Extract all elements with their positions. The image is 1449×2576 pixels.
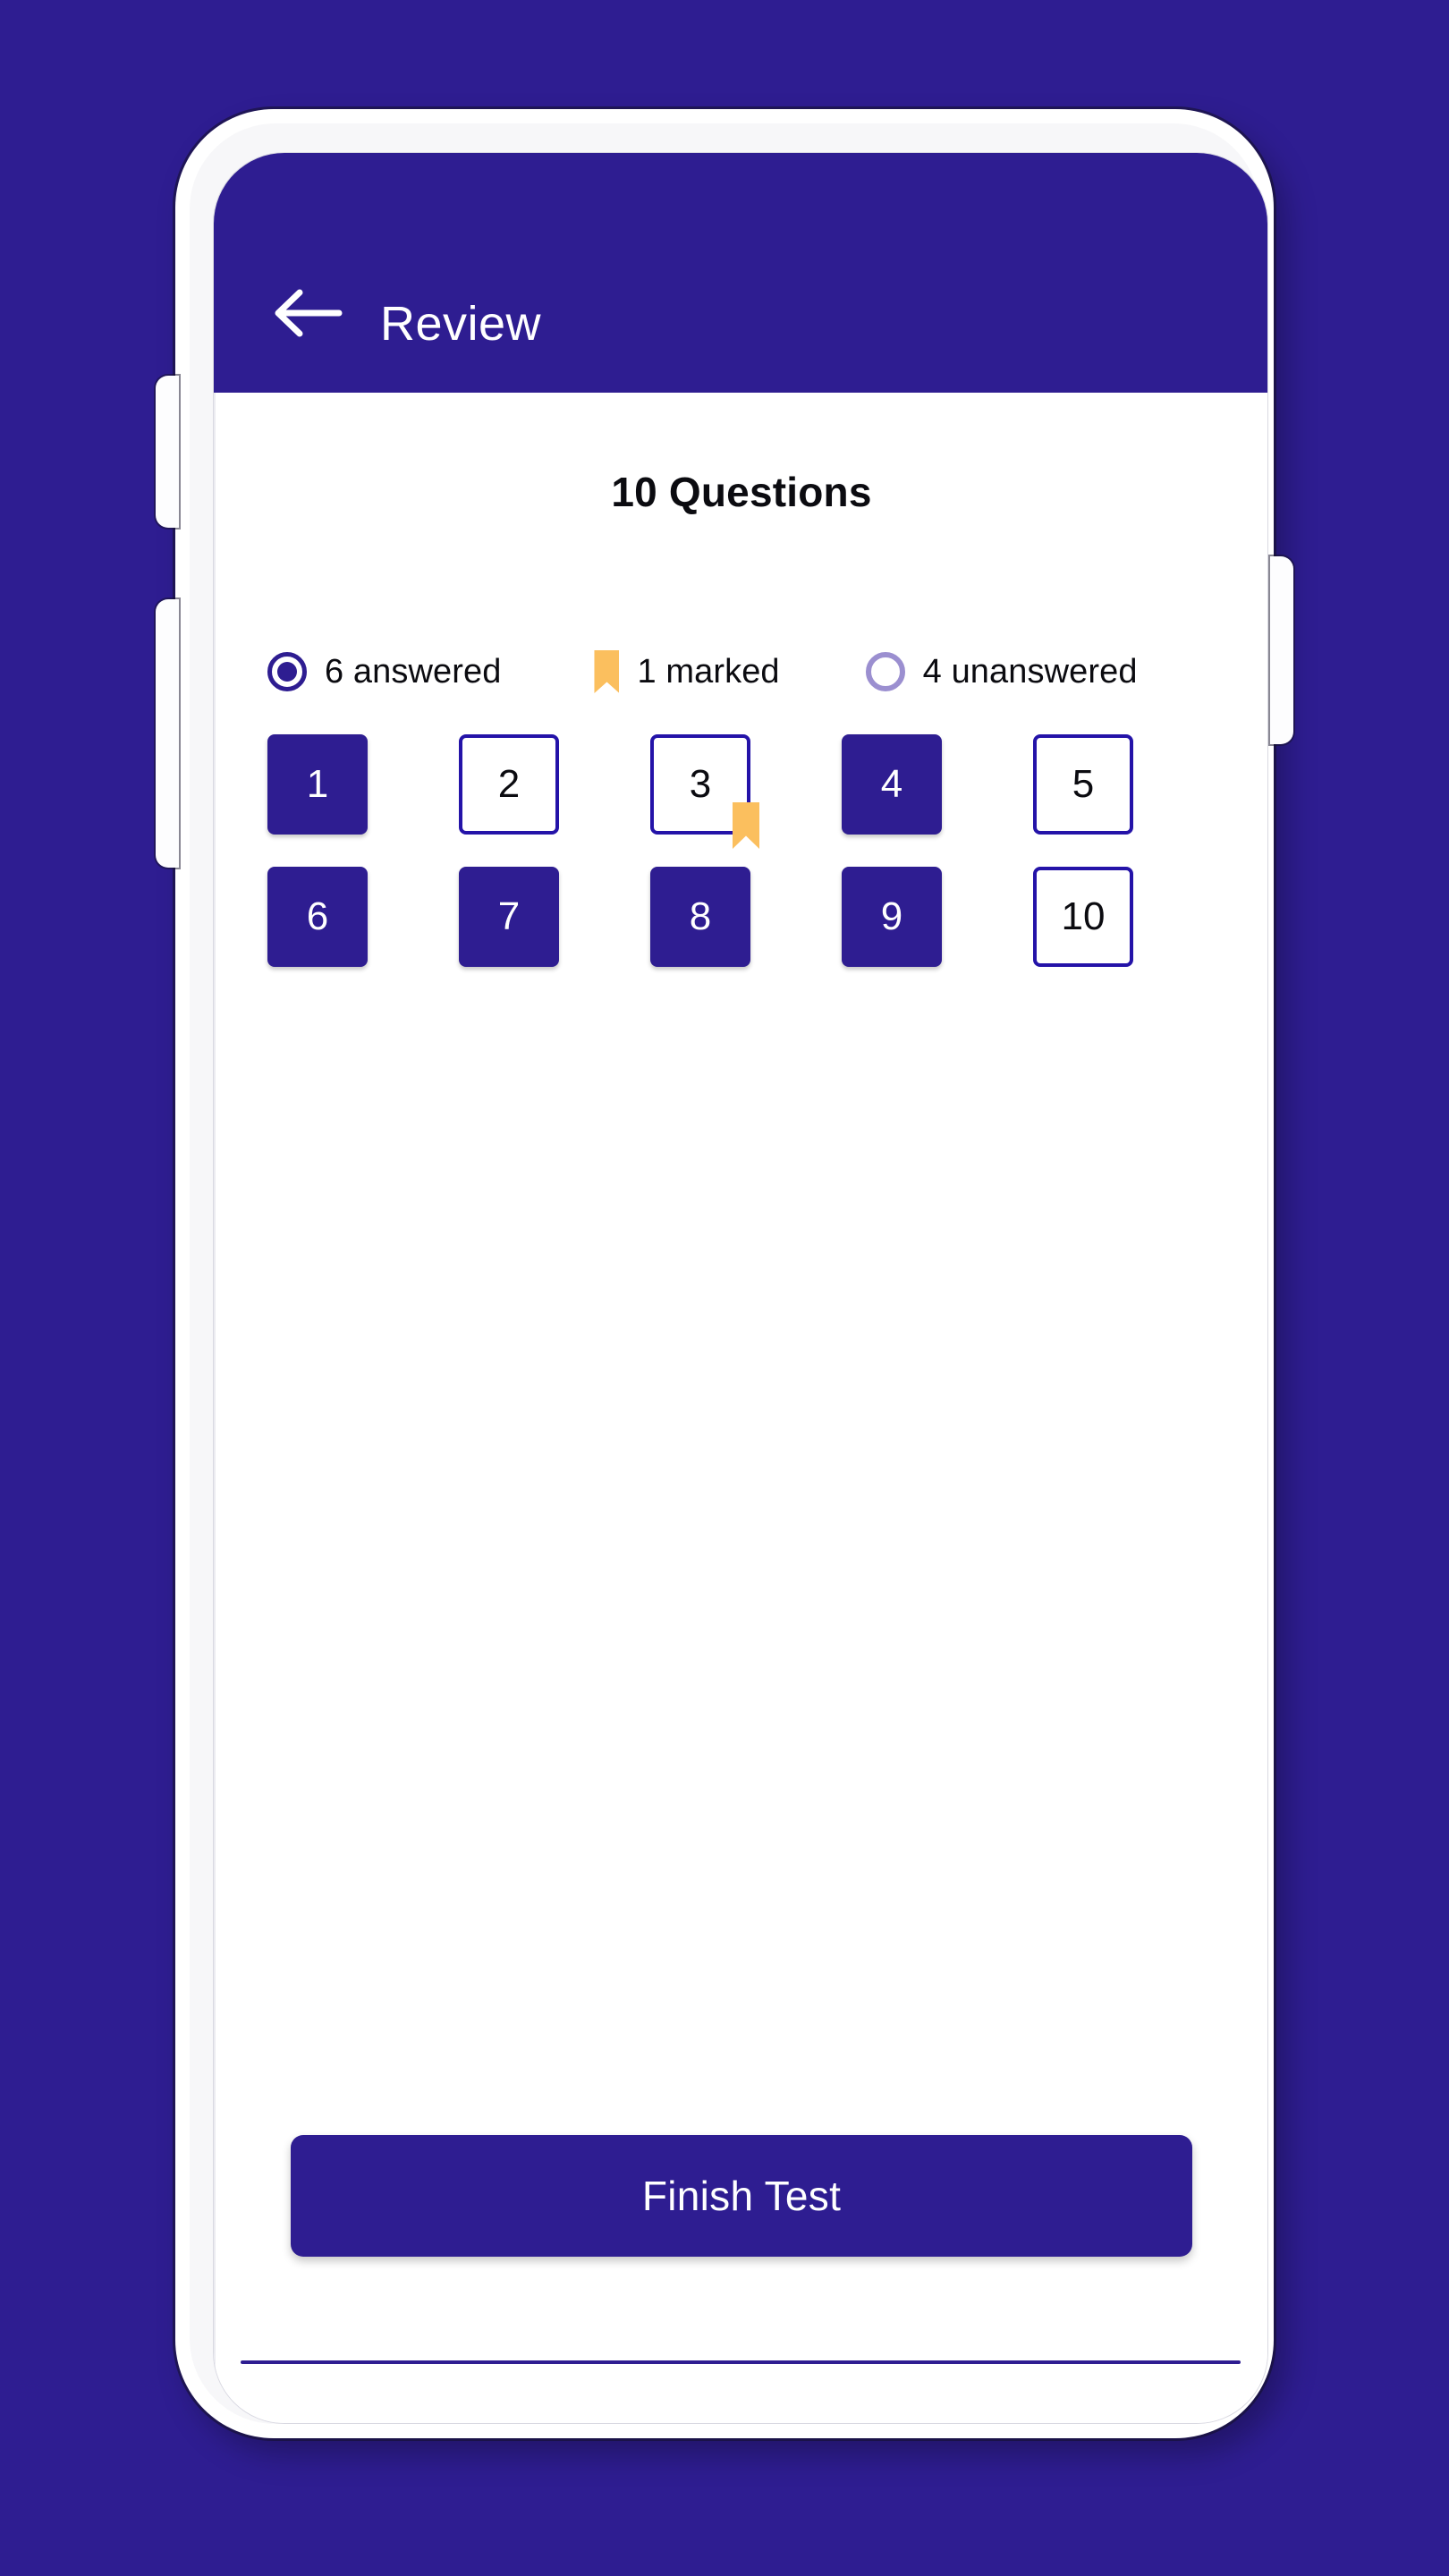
page-background: Review 10 Questions 6 answered 1 marked [0,0,1449,2576]
question-tile-7[interactable]: 7 [459,867,559,967]
page-title: Review [380,297,542,351]
question-tile-label: 8 [689,894,712,938]
review-content: 10 Questions 6 answered 1 marked 4 unans… [214,393,1267,2423]
question-tile-label: 5 [1072,762,1095,806]
volume-down-button[interactable] [156,599,179,868]
power-button[interactable] [1270,556,1293,744]
phone-bezel: Review 10 Questions 6 answered 1 marked [190,123,1268,2424]
legend-item-unanswered: 4 unanswered [865,652,1138,691]
legend-label-marked: 1 marked [637,652,780,691]
question-tile-8[interactable]: 8 [650,867,750,967]
question-tile-label: 6 [306,894,329,938]
footer-actions: Finish Test [216,2135,1267,2257]
back-button[interactable] [269,275,346,352]
screen-bottom-edge [241,2360,1241,2364]
question-tile-label: 1 [306,762,329,806]
question-tile-label: 2 [497,762,521,806]
status-legend: 6 answered 1 marked 4 unanswered [216,650,1267,693]
radio-filled-icon [267,652,307,691]
question-tile-3[interactable]: 3 [650,734,759,849]
question-tile-label: 4 [880,762,903,806]
legend-item-answered: 6 answered [267,652,501,691]
volume-up-button[interactable] [156,376,179,528]
legend-label-unanswered: 4 unanswered [922,652,1138,691]
question-tile-label: 7 [497,894,521,938]
phone-device-frame: Review 10 Questions 6 answered 1 marked [156,109,1293,2438]
question-tile-9[interactable]: 9 [842,867,942,967]
question-tile-1[interactable]: 1 [267,734,368,835]
circle-outline-icon [865,652,905,691]
question-tile-5[interactable]: 5 [1033,734,1133,835]
app-header: Review [214,153,1267,393]
question-grid: 1 2 3 4 5 6 7 8 9 10 [216,734,1267,967]
question-count-title: 10 Questions [611,469,872,515]
question-tile-4[interactable]: 4 [842,734,942,835]
question-tile-2[interactable]: 2 [459,734,559,835]
question-tile-6[interactable]: 6 [267,867,368,967]
bookmark-marker-icon [733,802,759,849]
question-tile-label: 10 [1061,894,1106,938]
phone-screen: Review 10 Questions 6 answered 1 marked [213,152,1268,2424]
question-tile-label: 9 [880,894,903,938]
bookmark-icon [594,650,620,693]
arrow-left-icon [273,288,343,338]
legend-label-answered: 6 answered [325,652,502,691]
legend-item-marked: 1 marked [594,650,780,693]
question-tile-label: 3 [689,762,712,806]
question-tile-10[interactable]: 10 [1033,867,1133,967]
finish-test-button[interactable]: Finish Test [291,2135,1192,2257]
